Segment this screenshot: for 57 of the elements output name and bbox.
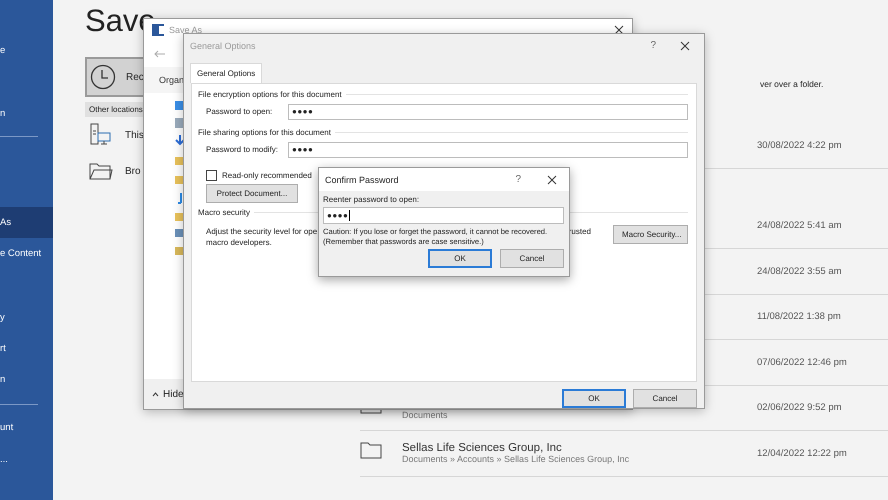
- modified-date: 07/06/2022 12:46 pm: [757, 356, 848, 368]
- help-button[interactable]: ?: [515, 174, 521, 185]
- modified-date: 24/08/2022 5:41 am: [757, 220, 843, 232]
- ok-button[interactable]: OK: [562, 389, 626, 408]
- folder-path: Documents » Accounts » Sellas Life Sciences Group, Inc: [402, 454, 630, 464]
- modified-date: 24/08/2022 3:55 am: [757, 266, 843, 277]
- computer-icon: [89, 123, 113, 147]
- hide-folders-button[interactable]: Hide: [163, 388, 184, 400]
- caret-icon: [152, 392, 159, 396]
- sidebar-item[interactable]: n: [0, 98, 53, 129]
- clock-icon: [90, 64, 116, 90]
- close-icon[interactable]: [547, 174, 557, 184]
- password-field[interactable]: ●●●●: [288, 104, 688, 120]
- group-heading: File encryption options for this document: [198, 90, 342, 100]
- field-label: Reenter password to open:: [323, 195, 420, 204]
- field-label: Password to open:: [206, 107, 274, 116]
- sidebar-item[interactable]: unt: [0, 412, 38, 443]
- sidebar-item[interactable]: rt: [0, 333, 38, 364]
- sidebar-item[interactable]: As: [0, 207, 53, 238]
- folder-path: Documents: [402, 410, 449, 420]
- folder-icon: [89, 161, 113, 181]
- organize-menu[interactable]: Organ: [159, 75, 184, 85]
- folder-icon: [360, 442, 382, 460]
- sidebar-item[interactable]: e: [0, 35, 53, 66]
- sidebar-item[interactable]: y: [0, 302, 38, 333]
- cancel-button[interactable]: Cancel: [633, 389, 697, 408]
- help-button[interactable]: ?: [650, 40, 656, 52]
- sidebar-item[interactable]: n: [0, 364, 38, 395]
- modified-date: 02/06/2022 9:52 pm: [757, 402, 843, 414]
- location-item[interactable]: Bro: [125, 166, 141, 176]
- folder-name[interactable]: Sellas Life Sciences Group, Inc: [402, 442, 757, 454]
- group-heading: Macro security: [198, 208, 250, 218]
- description-text: Adjust the security level for ope: [206, 226, 318, 236]
- modified-date: 12/04/2022 12:22 pm: [757, 448, 848, 459]
- field-label: Password to modify:: [206, 145, 280, 154]
- ok-button[interactable]: OK: [428, 249, 492, 268]
- close-icon[interactable]: [680, 40, 690, 51]
- macro-security-button[interactable]: Macro Security...: [613, 224, 688, 244]
- modified-date: 30/08/2022 4:22 pm: [757, 140, 843, 151]
- description-text: macro developers.: [206, 238, 272, 247]
- cancel-button[interactable]: Cancel: [500, 249, 564, 268]
- window-title: General Options: [190, 40, 256, 51]
- modified-date: 11/08/2022 1:38 pm: [757, 311, 842, 322]
- protect-document-button[interactable]: Protect Document...: [206, 184, 298, 203]
- window-title: Confirm Password: [325, 174, 399, 184]
- sidebar-item[interactable]: ...: [0, 444, 38, 475]
- word-icon: [152, 24, 164, 36]
- tab[interactable]: General Options: [190, 62, 262, 83]
- password-field[interactable]: ●●●●: [288, 142, 688, 158]
- hint-text: ver over a folder.: [760, 79, 824, 89]
- password-field[interactable]: ●●●●: [323, 207, 564, 224]
- checkbox-label[interactable]: Read-only recommended: [222, 170, 312, 180]
- location-item[interactable]: This: [125, 130, 144, 140]
- checkbox[interactable]: [206, 170, 217, 181]
- window-title: Save As: [169, 25, 202, 35]
- close-icon[interactable]: [614, 25, 624, 35]
- group-heading: File sharing options for this document: [198, 128, 331, 138]
